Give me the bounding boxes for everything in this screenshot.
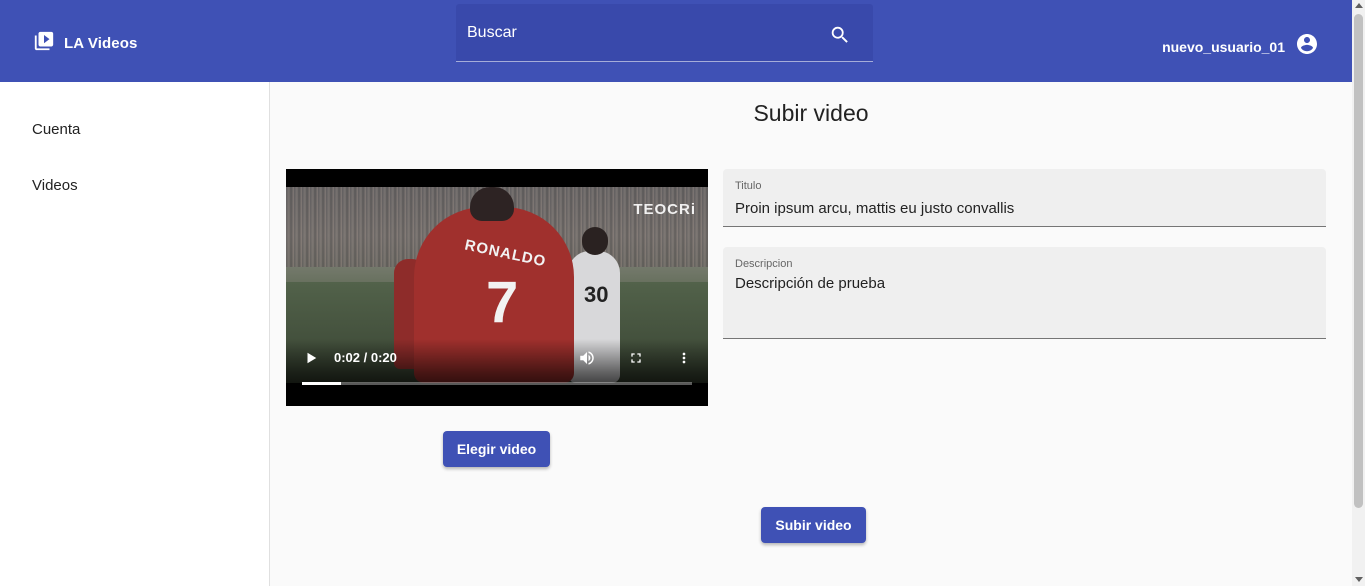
more-vert-icon[interactable] [676,349,692,372]
sidebar-item-videos[interactable]: Videos [32,177,78,194]
video-time: 0:02 / 0:20 [334,350,397,365]
search-input[interactable] [467,22,807,44]
video-opponent-number: 30 [584,282,609,307]
page-title: Subir video [753,100,869,126]
fullscreen-icon[interactable] [628,350,644,371]
video-progress-bar[interactable] [302,382,692,385]
video-watermark: TEOCRi [633,201,696,218]
video-player-figure [470,187,514,221]
username: nuevo_usuario_01 [1162,38,1285,55]
video-player-figure [582,227,608,255]
app-bar: LA Videos nuevo_usuario_01 [0,0,1352,82]
sidebar-item-cuenta[interactable]: Cuenta [32,121,80,138]
scroll-down-icon[interactable] [1355,577,1363,582]
description-textarea[interactable]: Descripción de prueba [735,275,1315,331]
video-player[interactable]: 30 RONALDO 7 TEOCRi 0:02 / 0:20 [286,169,708,406]
scroll-up-icon[interactable] [1355,3,1363,8]
description-label: Descripcion [735,258,793,270]
title-field[interactable]: Titulo [723,169,1326,227]
search-icon[interactable] [828,23,852,47]
description-field[interactable]: Descripcion Descripción de prueba [723,247,1326,339]
sidebar: Cuenta Videos [0,82,270,586]
choose-video-button[interactable]: Elegir video [443,431,550,467]
account-circle-icon[interactable] [1295,32,1319,61]
scrollbar-thumb[interactable] [1354,14,1363,508]
volume-icon[interactable] [578,349,596,372]
video-jersey-number: 7 [486,270,519,335]
play-icon[interactable] [304,351,318,370]
app-name: LA Videos [64,35,138,52]
scrollbar[interactable] [1352,0,1365,586]
search-box [456,4,873,62]
video-library-icon [33,30,55,57]
upload-video-button[interactable]: Subir video [761,507,866,543]
video-progress-fill [302,382,341,385]
title-label: Titulo [735,180,762,192]
brand[interactable]: LA Videos [33,30,137,57]
title-input[interactable] [735,198,1315,218]
user-menu[interactable]: nuevo_usuario_01 [1162,32,1319,61]
